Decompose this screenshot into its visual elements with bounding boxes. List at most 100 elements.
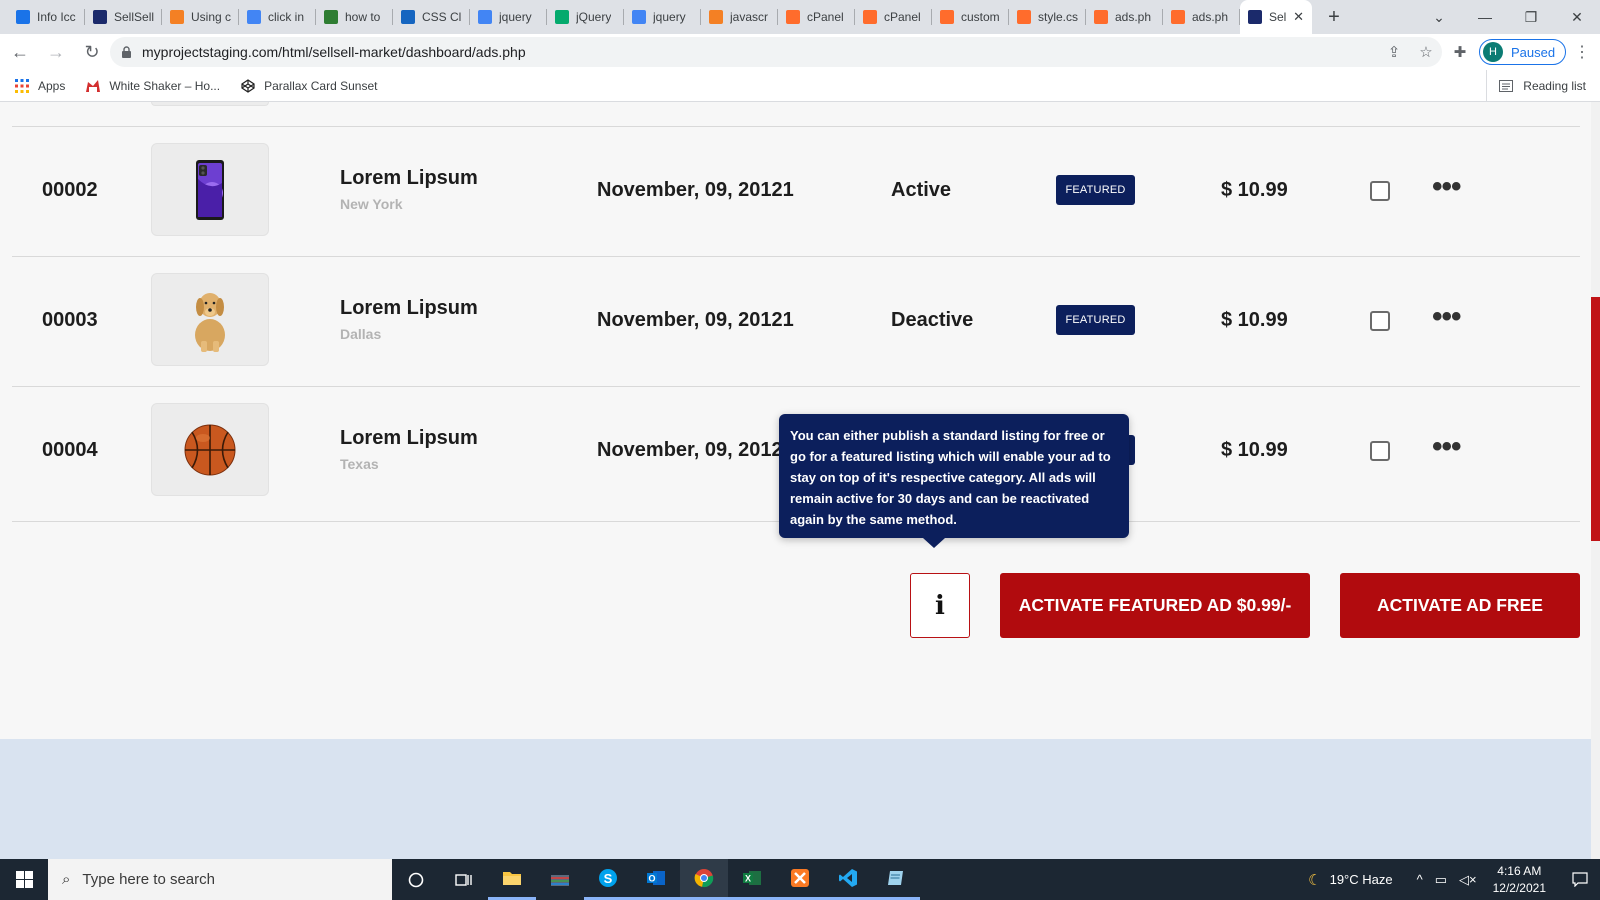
tab-title: Info Icc [37,10,76,24]
xampp-icon[interactable] [776,859,824,900]
restore-icon[interactable]: ❐ [1508,0,1554,34]
avatar: H [1483,42,1503,62]
page-footer-band [0,739,1591,859]
svg-text:S: S [604,871,613,886]
new-tab-button[interactable]: + [1318,0,1350,34]
google-icon [632,10,646,24]
ad-thumbnail[interactable] [151,273,269,366]
notepad-icon[interactable] [872,859,920,900]
tab-title: style.cs [1038,10,1078,24]
tooltip-text: You can either publish a standard listin… [790,428,1111,527]
reload-icon[interactable]: ↻ [76,36,108,68]
browser-tab[interactable]: how to [316,0,393,34]
browser-menu-icon[interactable]: ⋮ [1574,42,1590,62]
ad-title[interactable]: Lorem Lipsum [340,167,478,190]
reading-list-button[interactable]: Reading list [1486,70,1586,102]
cpanel-icon [1017,10,1031,24]
more-options-icon[interactable]: ••• [1432,302,1461,332]
excel-icon[interactable]: X [728,859,776,900]
weather-widget[interactable]: ☾ 19°C Haze [1308,871,1392,889]
activate-featured-ad-button[interactable]: ACTIVATE FEATURED AD $0.99/- [1000,573,1310,638]
tab-search-icon[interactable]: ⌄ [1416,0,1462,34]
activate-ad-free-button[interactable]: ACTIVATE AD FREE [1340,573,1580,638]
cortana-icon[interactable] [392,859,440,900]
lock-icon[interactable] [120,46,132,58]
tab-title: cPanel [807,10,844,24]
network-icon[interactable]: ▭ [1435,872,1447,888]
browser-tab[interactable]: SellSell [85,0,162,34]
tab-title: jquery [499,10,532,24]
info-button[interactable]: i [910,573,970,638]
profile-status: Paused [1511,44,1556,60]
vscode-icon[interactable] [824,859,872,900]
bookmark-white-shaker[interactable]: White Shaker – Ho... [85,78,220,94]
share-icon[interactable]: ⇪ [1378,43,1410,61]
row-select-checkbox[interactable] [1370,311,1390,331]
tab-title: javascr [730,10,769,24]
svg-text:O: O [648,874,655,884]
ad-thumbnail[interactable] [151,143,269,236]
more-options-icon[interactable]: ••• [1432,172,1461,202]
network-app-icon[interactable] [536,859,584,900]
close-tab-icon[interactable]: ✕ [1293,9,1304,25]
scrollbar-thumb[interactable] [1591,297,1600,541]
clock[interactable]: 4:16 AM 12/2/2021 [1493,863,1546,897]
browser-tab[interactable]: ads.ph [1163,0,1240,34]
profile-button[interactable]: H Paused [1479,39,1567,65]
bookmark-star-icon[interactable]: ☆ [1410,43,1442,61]
browser-tab[interactable]: Using c [162,0,239,34]
url-text[interactable]: myprojectstaging.com/html/sellsell-marke… [142,44,526,60]
tab-title: CSS Cli [422,10,462,24]
ad-date: November, 09, 20121 [597,309,794,331]
close-window-icon[interactable]: ✕ [1554,0,1600,34]
file-explorer-icon[interactable] [488,859,536,900]
google-icon [478,10,492,24]
home-store-icon [85,78,101,94]
chrome-icon[interactable] [680,859,728,900]
outlook-icon[interactable]: O [632,859,680,900]
browser-tab[interactable]: custom [932,0,1009,34]
browser-tab[interactable]: jquery [624,0,701,34]
browser-tab[interactable]: Info Icc [8,0,85,34]
browser-tab[interactable]: click in [239,0,316,34]
sellsell-logo-icon [93,10,107,24]
table-row: 00003 Lorem Lipsum Dallas November, 09, 201… [0,257,1580,387]
bookmark-apps[interactable]: Apps [14,78,65,94]
ad-status: Active [891,179,952,201]
chevron-up-icon[interactable]: ^ [1417,872,1423,887]
cpanel-icon [940,10,954,24]
address-bar[interactable]: myprojectstaging.com/html/sellsell-marke… [110,37,1442,67]
browser-tab[interactable]: cPanel [855,0,932,34]
browser-tab[interactable]: jQuery [547,0,624,34]
row-select-checkbox[interactable] [1370,181,1390,201]
ad-price: $ 10.99 [1221,309,1288,331]
ad-title[interactable]: Lorem Lipsum [340,427,478,450]
task-view-icon[interactable] [440,859,488,900]
browser-tab[interactable]: CSS Cli [393,0,470,34]
taskbar-search-box[interactable]: ⌕ Type here to search [48,859,392,900]
cpanel-icon [863,10,877,24]
skype-icon[interactable]: S [584,859,632,900]
ad-location: New York [340,196,403,212]
browser-tab[interactable]: style.cs [1009,0,1086,34]
row-select-checkbox[interactable] [1370,441,1390,461]
browser-tab-active[interactable]: Sel ✕ [1240,0,1312,34]
browser-tab[interactable]: javascr [701,0,778,34]
ad-title[interactable]: Lorem Lipsum [340,297,478,320]
apps-grid-icon [14,78,30,94]
ad-thumbnail[interactable] [151,403,269,496]
notifications-icon[interactable] [1560,872,1600,887]
browser-tab[interactable]: ads.ph [1086,0,1163,34]
browser-tab[interactable]: cPanel [778,0,855,34]
extensions-puzzle-icon[interactable]: ✚ [1450,42,1470,62]
tab-list: Info Icc SellSell Using c click in how to CSS… [0,0,1350,34]
bookmark-parallax-card[interactable]: Parallax Card Sunset [240,78,377,94]
bookmark-label: White Shaker – Ho... [109,78,221,93]
minimize-icon[interactable]: — [1462,0,1508,34]
back-arrow-icon[interactable]: ← [4,36,36,68]
forward-arrow-icon[interactable]: → [40,36,72,68]
browser-tab[interactable]: jquery [470,0,547,34]
windows-start-icon[interactable] [0,859,48,900]
volume-muted-icon[interactable]: ◁× [1459,872,1477,888]
more-options-icon[interactable]: ••• [1432,432,1461,462]
